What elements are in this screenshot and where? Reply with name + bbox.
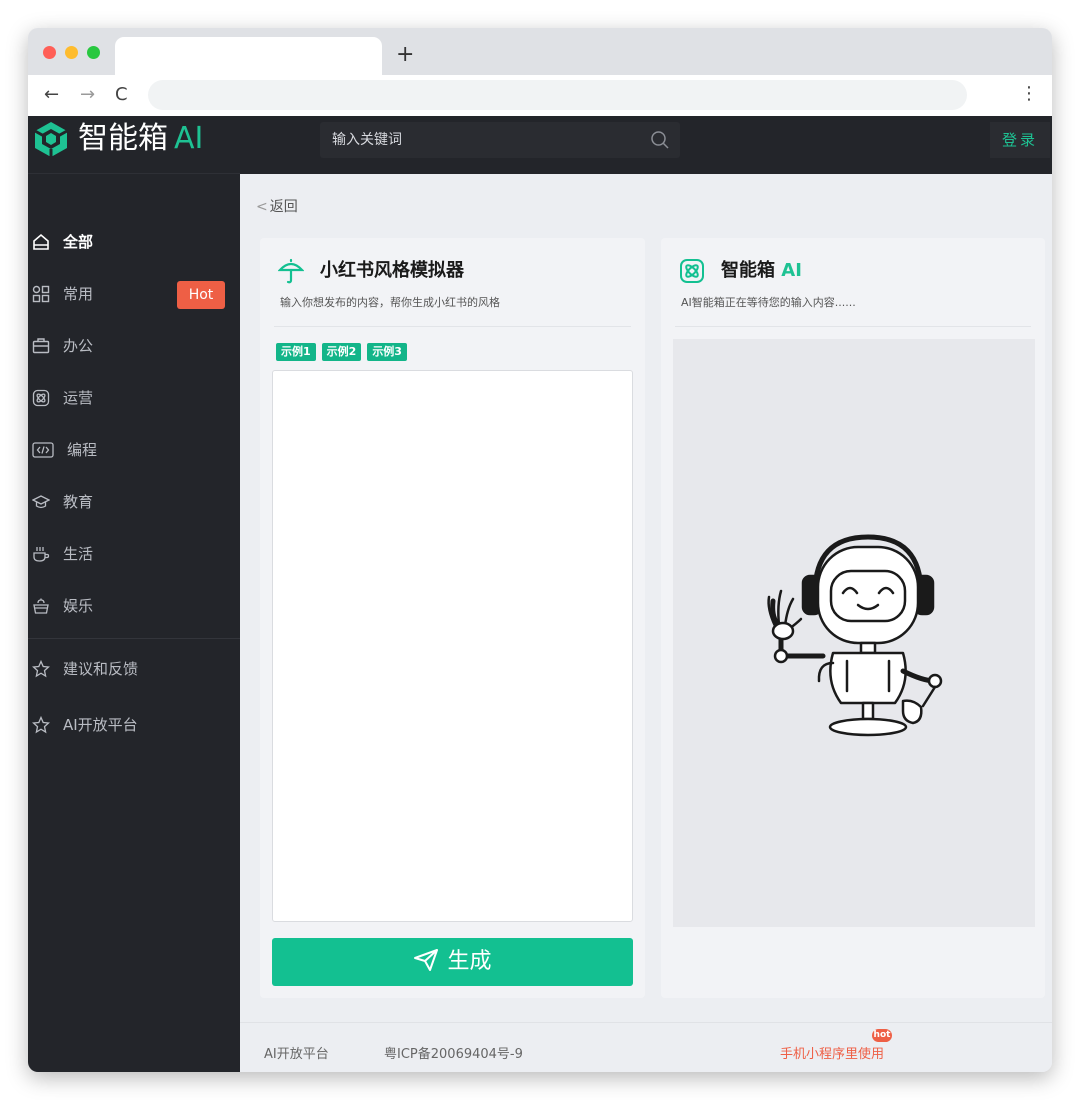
atom-icon bbox=[32, 389, 50, 407]
home-icon bbox=[33, 233, 49, 250]
sidebar-item-operations[interactable]: 运营 bbox=[28, 378, 240, 418]
ai-output-card: 智能箱 AI AI智能箱正在等待您的输入内容...... bbox=[661, 238, 1045, 998]
example-chip-1[interactable]: 示例1 bbox=[276, 343, 316, 361]
footer-icp-link[interactable]: 粤ICP备20069404号-9 bbox=[384, 1047, 523, 1063]
sidebar-item-label: 办公 bbox=[63, 337, 94, 355]
search-input[interactable] bbox=[332, 122, 632, 158]
tool-input-card: 小红书风格模拟器 输入你想发布的内容，帮你生成小红书的风格 示例1 示例2 示例3 … bbox=[260, 238, 645, 998]
hot-badge: Hot bbox=[177, 281, 225, 309]
browser-window: + ← → C ⋮ 智能箱 AI 全部 常用 Hot 办公 运营 编程 教育 生… bbox=[28, 28, 1052, 1072]
chevron-left-icon: < bbox=[256, 199, 268, 215]
generate-button[interactable]: 生成 bbox=[272, 938, 633, 986]
star-icon bbox=[32, 660, 50, 678]
sidebar-item-label: 娱乐 bbox=[63, 597, 94, 615]
briefcase-icon bbox=[32, 338, 50, 354]
logo-text: 智能箱 AI bbox=[78, 121, 204, 156]
sidebar-item-entertainment[interactable]: 娱乐 bbox=[28, 586, 240, 626]
back-arrow-icon[interactable]: ← bbox=[44, 83, 59, 107]
logo-cube-icon bbox=[34, 122, 68, 157]
sidebar-item-open-platform[interactable]: AI开放平台 bbox=[28, 705, 240, 745]
example-chip-2[interactable]: 示例2 bbox=[321, 343, 362, 361]
send-icon bbox=[414, 949, 439, 971]
main-content: < 返回 小红书风格模拟器 输入你想发布的内容，帮你生成小红书的风格 示例1 示例2… bbox=[240, 174, 1052, 1072]
sidebar-item-feedback[interactable]: 建议和反馈 bbox=[28, 649, 240, 689]
umbrella-icon bbox=[278, 258, 304, 284]
footer-open-platform-link[interactable]: AI开放平台 bbox=[264, 1047, 329, 1063]
sidebar-item-all[interactable]: 全部 bbox=[28, 222, 240, 262]
sidebar: 智能箱 AI 全部 常用 Hot 办公 运营 编程 教育 生活 娱乐 建议和反馈… bbox=[28, 116, 240, 1072]
login-button[interactable]: 登录 bbox=[990, 122, 1050, 158]
hot-badge: hot bbox=[872, 1029, 892, 1042]
sidebar-item-label: 常用 bbox=[63, 285, 94, 303]
footer: AI开放平台 粤ICP备20069404号-9 手机小程序里使用 hot bbox=[240, 1022, 1052, 1072]
forward-arrow-icon[interactable]: → bbox=[80, 83, 95, 107]
sidebar-item-label: 运营 bbox=[63, 389, 94, 407]
logo[interactable]: 智能箱 AI bbox=[28, 116, 240, 174]
sidebar-item-education[interactable]: 教育 bbox=[28, 482, 240, 522]
divider bbox=[675, 326, 1031, 327]
code-icon bbox=[32, 442, 54, 458]
sidebar-item-label: AI开放平台 bbox=[63, 716, 138, 734]
tab-bar: + bbox=[28, 28, 1052, 75]
star-icon bbox=[32, 716, 50, 734]
example-chip-3[interactable]: 示例3 bbox=[367, 343, 407, 361]
coffee-cup-icon bbox=[33, 547, 50, 562]
atom-icon bbox=[680, 259, 704, 283]
back-link[interactable]: < 返回 bbox=[256, 198, 298, 216]
maximize-window-button[interactable] bbox=[87, 46, 100, 59]
close-window-button[interactable] bbox=[43, 46, 56, 59]
new-tab-button[interactable]: + bbox=[396, 42, 414, 68]
sidebar-item-life[interactable]: 生活 bbox=[28, 534, 240, 574]
minimize-window-button[interactable] bbox=[65, 46, 78, 59]
browser-tab[interactable] bbox=[115, 37, 382, 75]
search-icon[interactable] bbox=[650, 130, 670, 150]
search-box bbox=[320, 122, 680, 158]
address-bar[interactable] bbox=[148, 80, 967, 110]
browser-menu-icon[interactable]: ⋮ bbox=[1020, 82, 1038, 106]
sidebar-item-office[interactable]: 办公 bbox=[28, 326, 240, 366]
tool-title: 小红书风格模拟器 bbox=[320, 260, 464, 281]
output-area bbox=[673, 339, 1035, 927]
browser-toolbar: ← → C ⋮ bbox=[28, 75, 1052, 116]
sidebar-item-programming[interactable]: 编程 bbox=[28, 430, 240, 470]
content-input[interactable] bbox=[272, 370, 633, 922]
tool-description: 输入你想发布的内容，帮你生成小红书的风格 bbox=[280, 296, 500, 309]
sidebar-item-label: 编程 bbox=[67, 441, 98, 459]
example-chips: 示例1 示例2 示例3 bbox=[276, 340, 413, 361]
bucket-icon bbox=[33, 598, 49, 614]
sidebar-divider bbox=[28, 638, 240, 639]
top-header: 登录 bbox=[240, 116, 1052, 174]
divider bbox=[274, 326, 631, 327]
sidebar-item-common[interactable]: 常用 Hot bbox=[28, 274, 240, 314]
output-title: 智能箱 AI bbox=[721, 260, 802, 281]
graduation-cap-icon bbox=[32, 495, 50, 509]
sidebar-item-label: 生活 bbox=[63, 545, 94, 563]
sidebar-item-label: 建议和反馈 bbox=[63, 660, 139, 678]
grid-icon bbox=[32, 285, 50, 303]
sidebar-item-label: 全部 bbox=[63, 233, 94, 251]
sidebar-item-label: 教育 bbox=[63, 493, 94, 511]
mini-program-link[interactable]: 手机小程序里使用 bbox=[780, 1047, 884, 1063]
reload-icon[interactable]: C bbox=[115, 83, 128, 107]
robot-illustration bbox=[767, 534, 943, 737]
output-status: AI智能箱正在等待您的输入内容...... bbox=[681, 296, 856, 309]
